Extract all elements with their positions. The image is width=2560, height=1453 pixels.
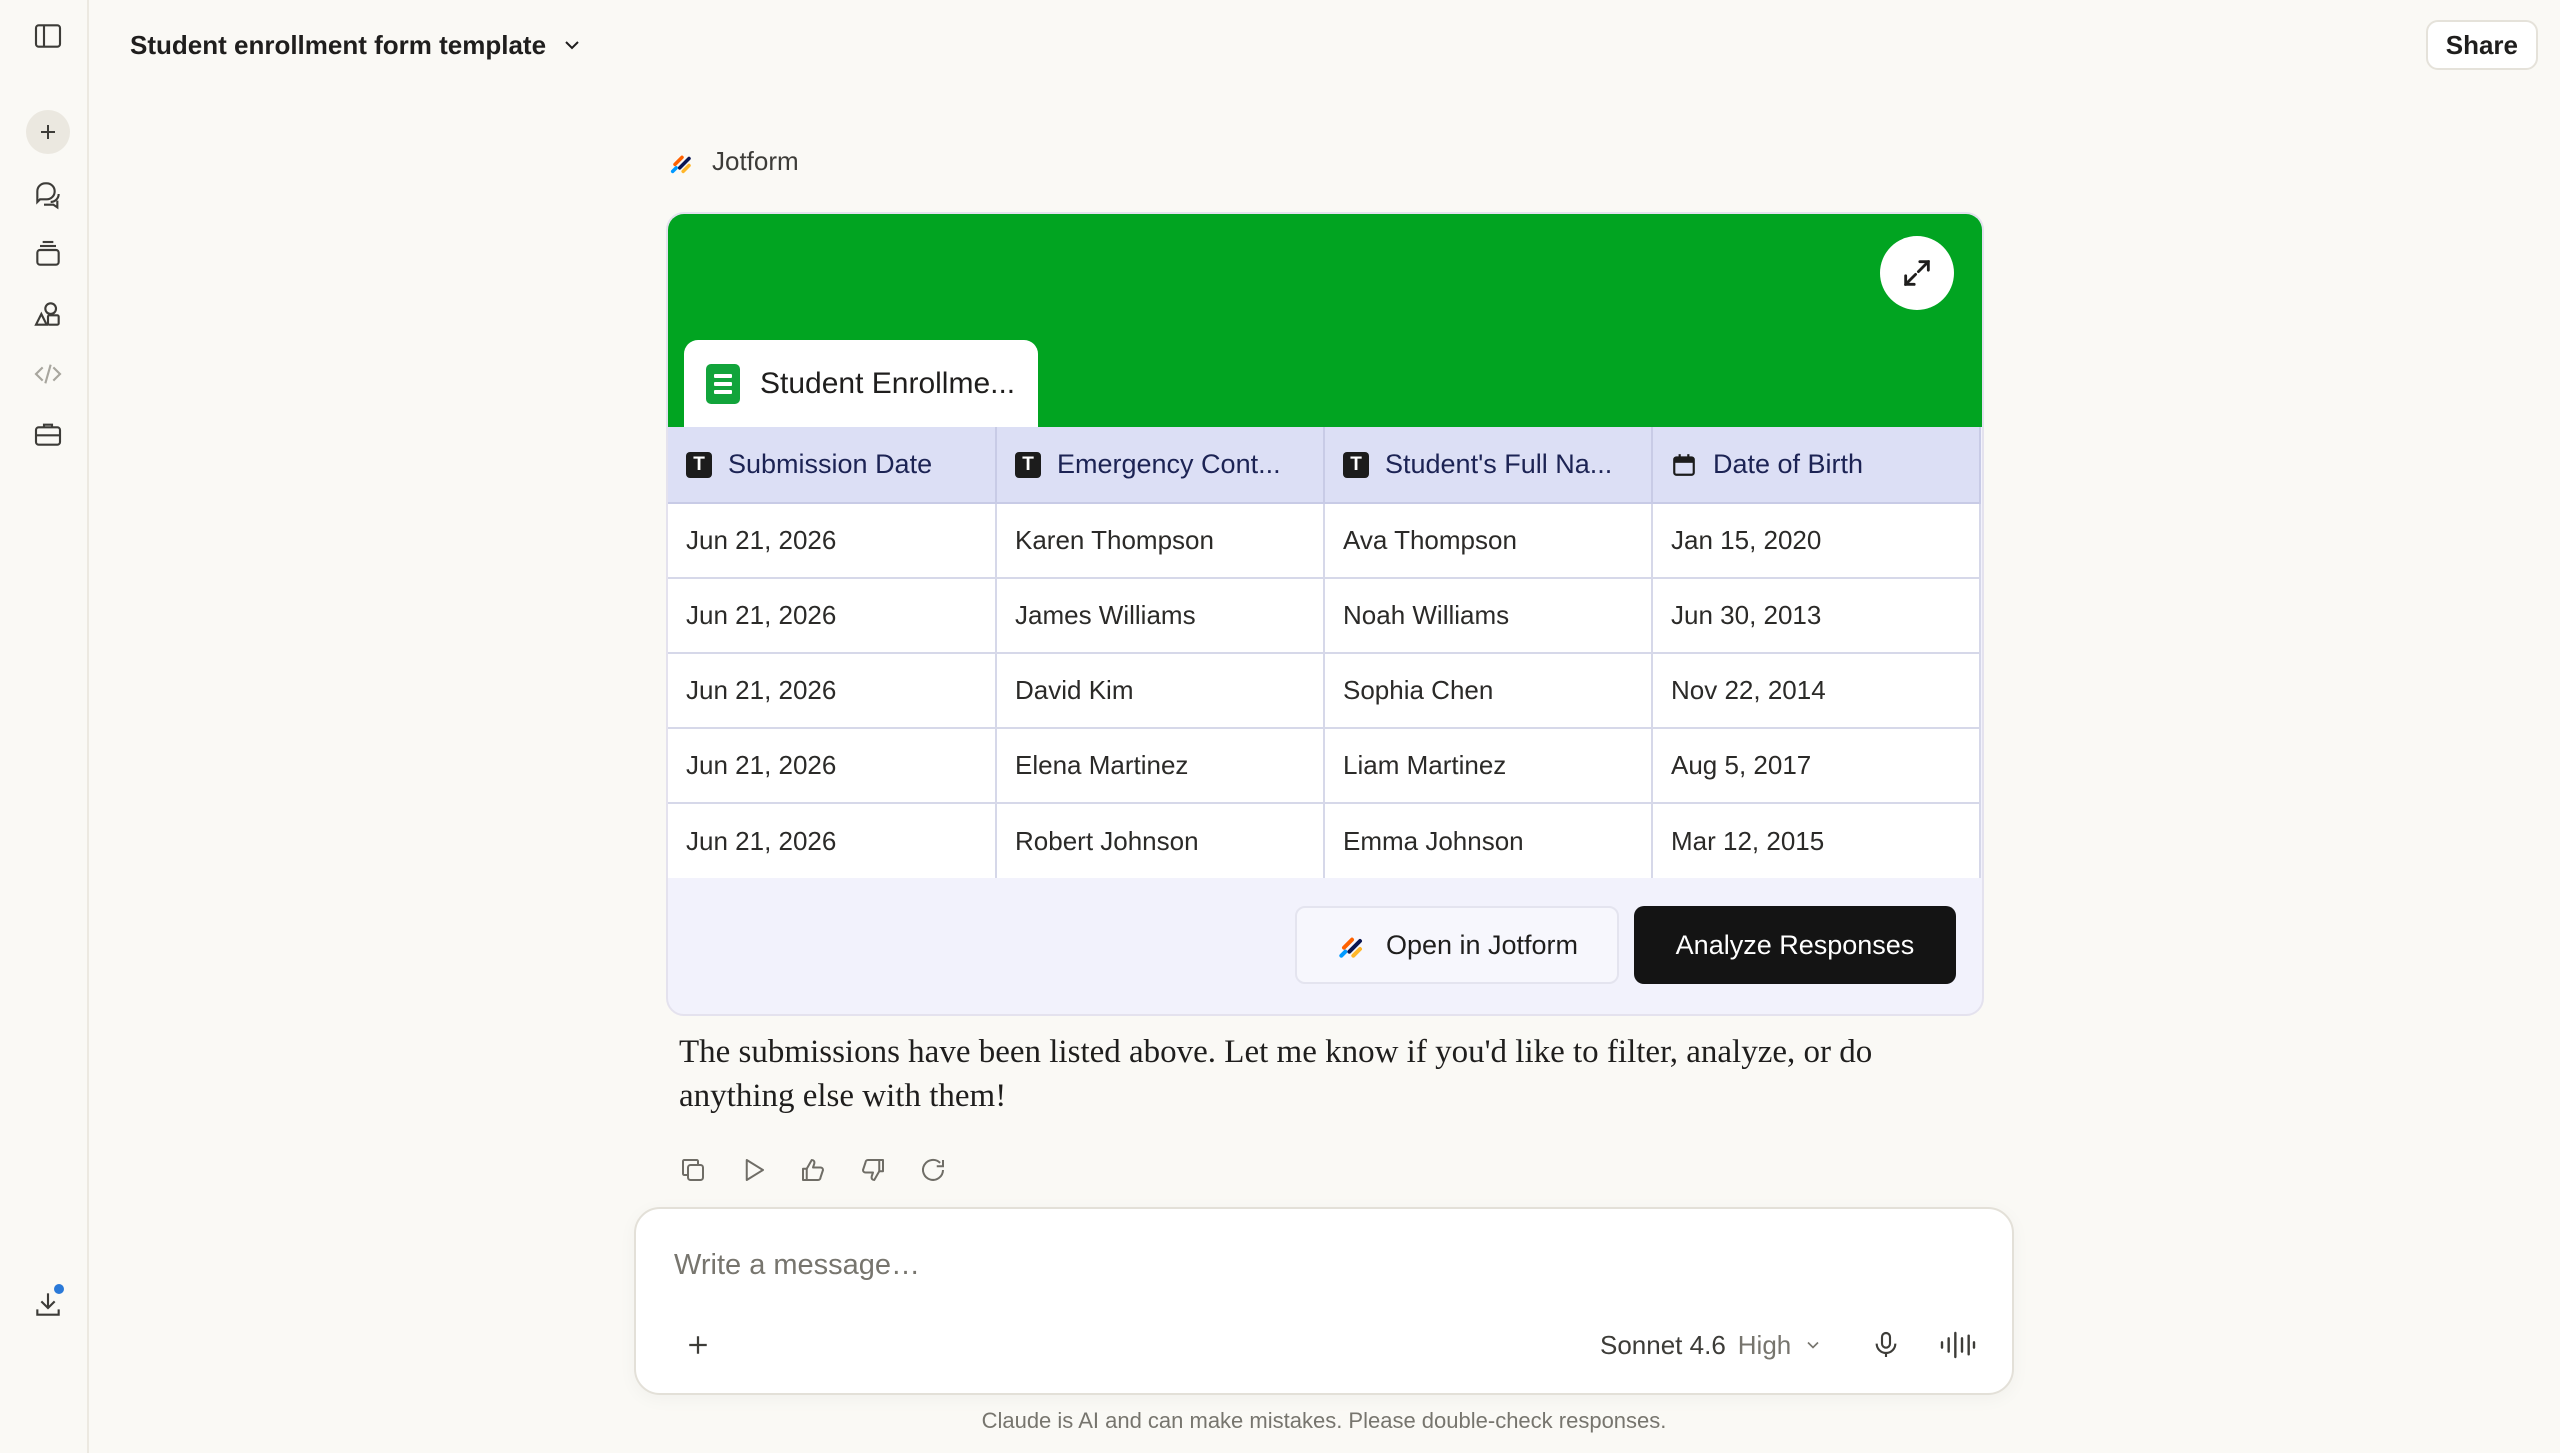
artifacts-icon[interactable] xyxy=(22,288,74,340)
jotform-logo-icon xyxy=(670,155,691,173)
table-row: Jun 21, 2026 Robert Johnson Emma Johnson… xyxy=(668,803,1981,878)
add-attachment-plus-icon[interactable] xyxy=(674,1321,722,1369)
conversation-title: Student enrollment form template xyxy=(130,29,547,60)
thumbs-up-icon[interactable] xyxy=(796,1153,830,1187)
code-icon[interactable] xyxy=(22,348,74,400)
table-cell[interactable]: Nov 22, 2014 xyxy=(1652,653,1981,729)
new-chat-plus-icon[interactable] xyxy=(26,110,70,154)
column-header[interactable]: T Emergency Cont... xyxy=(996,427,1325,504)
table-header-row: T Submission Date T Emergency Cont... T Stu… xyxy=(668,427,1981,504)
table-cell[interactable]: Mar 12, 2015 xyxy=(1652,803,1981,878)
card-header: Student Enrollme... xyxy=(668,214,1982,428)
table-cell[interactable]: Sophia Chen xyxy=(1324,653,1653,729)
table-cell[interactable]: Jun 21, 2026 xyxy=(668,503,997,579)
table-cell[interactable]: Jun 21, 2026 xyxy=(668,653,997,729)
table-row: Jun 21, 2026 Elena Martinez Liam Martine… xyxy=(668,728,1981,804)
jotform-submissions-card: Student Enrollme... T Submission Date T Em… xyxy=(666,212,1984,1016)
table-cell[interactable]: Ava Thompson xyxy=(1324,503,1653,579)
table-cell[interactable]: Robert Johnson xyxy=(996,803,1325,878)
message-composer: Sonnet 4.6 High xyxy=(634,1207,2014,1395)
sheet-tab-title: Student Enrollme... xyxy=(760,367,1016,400)
chats-icon[interactable] xyxy=(22,168,74,220)
assistant-reply: The submissions have been listed above. … xyxy=(679,1034,1873,1114)
column-header[interactable]: T Submission Date xyxy=(668,427,997,504)
column-header[interactable]: Date of Birth xyxy=(1652,427,1981,504)
notification-dot xyxy=(52,1282,66,1296)
sidebar-toggle-icon[interactable] xyxy=(22,10,74,62)
download-icon[interactable] xyxy=(22,1278,74,1330)
tool-name: Jotform xyxy=(712,146,799,176)
tool-label: Jotform xyxy=(668,146,799,177)
chevron-down-icon xyxy=(565,41,579,50)
table-cell[interactable]: Jun 21, 2026 xyxy=(668,728,997,804)
table-cell[interactable]: Jun 21, 2026 xyxy=(668,803,997,878)
play-icon[interactable] xyxy=(736,1153,770,1187)
message-input[interactable] xyxy=(674,1241,1874,1289)
model-name: Sonnet 4.6 xyxy=(1600,1329,1726,1360)
expand-icon[interactable] xyxy=(1880,236,1954,310)
text-type-icon: T xyxy=(1343,451,1369,478)
jotform-logo-icon xyxy=(1339,937,1362,958)
microphone-icon[interactable] xyxy=(1862,1321,1910,1369)
table-row: Jun 21, 2026 David Kim Sophia Chen Nov 2… xyxy=(668,653,1981,729)
table-cell[interactable]: James Williams xyxy=(996,578,1325,654)
message-actions xyxy=(676,1153,950,1187)
table-cell[interactable]: Jun 21, 2026 xyxy=(668,578,997,654)
table-cell[interactable]: David Kim xyxy=(996,653,1325,729)
model-selector[interactable]: Sonnet 4.6 High xyxy=(1600,1321,1823,1369)
sheet-tab[interactable]: Student Enrollme... xyxy=(684,340,1038,428)
table-cell[interactable]: Liam Martinez xyxy=(1324,728,1653,804)
thumbs-down-icon[interactable] xyxy=(856,1153,890,1187)
text-type-icon: T xyxy=(686,451,712,478)
sheet-icon xyxy=(706,364,740,404)
table-cell[interactable]: Jun 30, 2013 xyxy=(1652,578,1981,654)
chevron-down-icon xyxy=(1807,1341,1819,1349)
app-root: Student enrollment form template Share J… xyxy=(0,0,2560,1453)
table-cell[interactable]: Aug 5, 2017 xyxy=(1652,728,1981,804)
share-button[interactable]: Share xyxy=(2425,20,2538,70)
conversation-title-button[interactable]: Student enrollment form template xyxy=(118,24,596,66)
text-type-icon: T xyxy=(1015,451,1041,478)
submissions-table: T Submission Date T Emergency Cont... T Stu… xyxy=(668,427,1981,878)
disclaimer: Claude is AI and can make mistakes. Plea… xyxy=(981,1408,1667,1433)
copy-icon[interactable] xyxy=(676,1153,710,1187)
table-cell[interactable]: Karen Thompson xyxy=(996,503,1325,579)
open-in-jotform-button[interactable]: Open in Jotform xyxy=(1295,906,1619,984)
voice-mode-icon[interactable] xyxy=(1934,1321,1982,1369)
table-row: Jun 21, 2026 Karen Thompson Ava Thompson… xyxy=(668,503,1981,579)
column-header[interactable]: T Student's Full Na... xyxy=(1324,427,1653,504)
sidebar xyxy=(0,0,89,1453)
retry-icon[interactable] xyxy=(916,1153,950,1187)
table-cell[interactable]: Elena Martinez xyxy=(996,728,1325,804)
projects-icon[interactable] xyxy=(22,228,74,280)
calendar-icon xyxy=(1673,453,1695,476)
table-cell[interactable]: Jan 15, 2020 xyxy=(1652,503,1981,579)
table-cell[interactable]: Emma Johnson xyxy=(1324,803,1653,878)
toolbox-icon[interactable] xyxy=(22,408,74,460)
table-row: Jun 21, 2026 James Williams Noah William… xyxy=(668,578,1981,654)
table-cell[interactable]: Noah Williams xyxy=(1324,578,1653,654)
model-effort: High xyxy=(1737,1329,1792,1360)
analyze-responses-button[interactable]: Analyze Responses xyxy=(1634,906,1956,984)
